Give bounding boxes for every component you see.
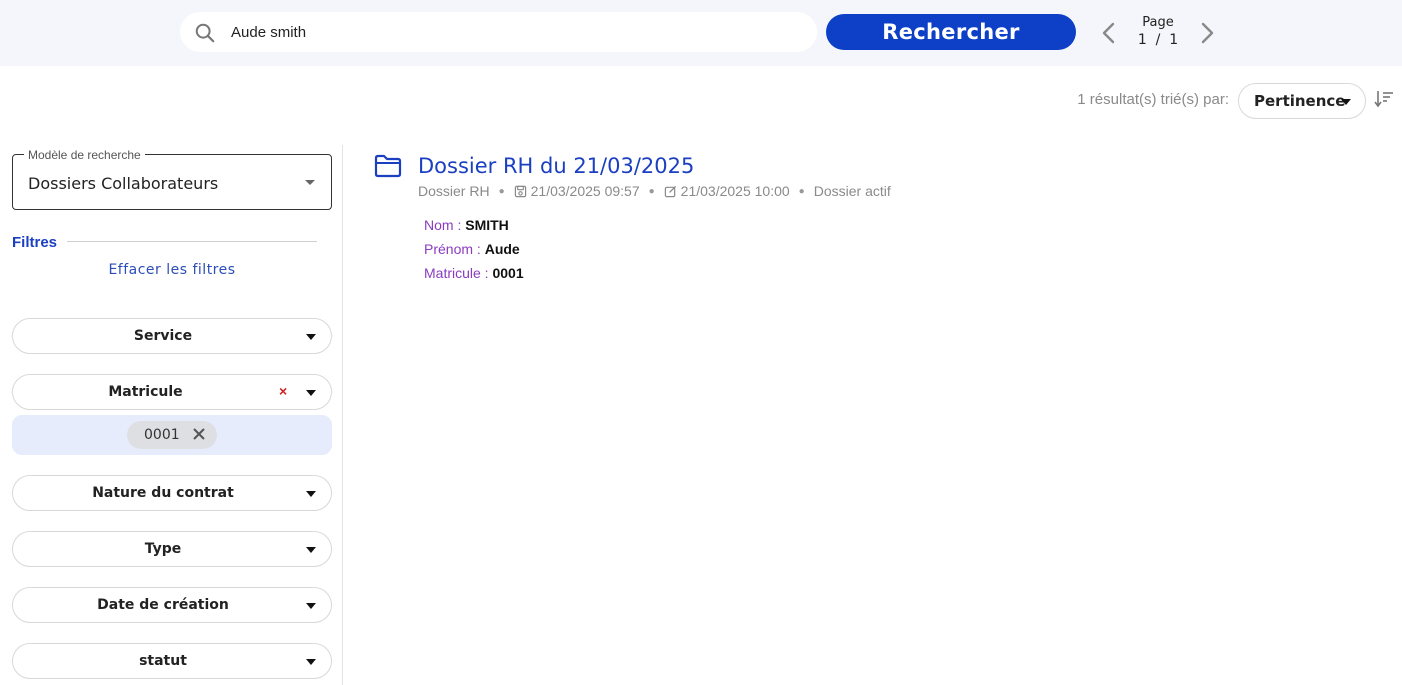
result-modified-date: 21/03/2025 10:00 <box>680 183 790 199</box>
sort-order-icon[interactable] <box>1374 89 1394 109</box>
sort-value: Pertinence <box>1254 92 1346 110</box>
filter-matricule[interactable]: Matricule × <box>12 374 332 410</box>
filter-service[interactable]: Service <box>12 318 332 354</box>
caret-down-icon <box>306 659 316 665</box>
filter-label: statut <box>139 653 187 669</box>
chevron-left-icon[interactable] <box>1098 20 1120 46</box>
search-model-legend: Modèle de recherche <box>24 148 145 162</box>
field-label: Matricule : <box>424 265 489 281</box>
search-model-value: Dossiers Collaborateurs <box>28 174 219 193</box>
chip-label: 0001 <box>144 427 180 443</box>
result-field-matricule: Matricule : 0001 <box>424 265 524 281</box>
filter-label: Date de création <box>97 597 229 613</box>
result-field-prenom: Prénom : Aude <box>424 241 520 257</box>
caret-down-icon <box>306 603 316 609</box>
filter-statut[interactable]: statut <box>12 643 332 679</box>
clear-filter-icon[interactable]: × <box>279 383 287 399</box>
filter-label: Service <box>133 328 193 344</box>
matricule-chips: 0001 <box>12 415 332 455</box>
caret-down-icon <box>306 547 316 553</box>
caret-down-icon <box>1341 99 1351 105</box>
edit-icon <box>664 185 676 197</box>
filters-title: Filtres <box>12 234 58 251</box>
separator-dot: ● <box>798 185 805 197</box>
field-value: SMITH <box>465 217 509 233</box>
search-button[interactable]: Rechercher <box>826 14 1076 50</box>
filter-chip: 0001 <box>127 421 217 449</box>
caret-down-icon <box>305 180 315 185</box>
separator-dot: ● <box>648 185 655 197</box>
pager-label: Page <box>1142 15 1174 30</box>
result-meta: Dossier RH ● 21/03/2025 09:57 ● 21/03/20… <box>418 183 891 199</box>
filter-label: Type <box>144 541 182 557</box>
field-value: Aude <box>484 241 520 257</box>
chevron-right-icon[interactable] <box>1196 20 1218 46</box>
filter-date-creation[interactable]: Date de création <box>12 587 332 623</box>
clear-filters-link[interactable]: Effacer les filtres <box>12 262 332 278</box>
caret-down-icon <box>306 334 316 340</box>
filters-divider <box>67 241 317 242</box>
close-icon[interactable] <box>192 427 206 441</box>
caret-down-icon <box>306 491 316 497</box>
filter-type[interactable]: Type <box>12 531 332 567</box>
filter-label: Matricule <box>108 384 183 400</box>
folder-icon <box>374 154 402 178</box>
filter-nature-contrat[interactable]: Nature du contrat <box>12 475 332 511</box>
search-box[interactable] <box>180 12 817 52</box>
field-label: Prénom : <box>424 241 481 257</box>
field-label: Nom : <box>424 217 462 233</box>
search-input[interactable] <box>231 12 791 52</box>
pager-value: 1 / 1 <box>1137 32 1179 48</box>
result-title-link[interactable]: Dossier RH du 21/03/2025 <box>418 154 694 178</box>
result-created-date: 21/03/2025 09:57 <box>530 183 640 199</box>
result-field-nom: Nom : SMITH <box>424 217 509 233</box>
top-bar: Rechercher Page 1 / 1 <box>0 0 1402 66</box>
result-status: Dossier actif <box>813 183 891 199</box>
sort-select[interactable]: Pertinence <box>1238 83 1366 119</box>
caret-down-icon <box>306 390 316 396</box>
save-icon <box>514 185 526 197</box>
filter-label: Nature du contrat <box>92 485 234 501</box>
search-icon <box>195 23 215 43</box>
results-count: 1 résultat(s) trié(s) par: <box>1077 91 1229 108</box>
field-value: 0001 <box>492 265 524 281</box>
separator-dot: ● <box>498 185 505 197</box>
result-type: Dossier RH <box>418 183 490 199</box>
sidebar-divider <box>342 145 343 685</box>
